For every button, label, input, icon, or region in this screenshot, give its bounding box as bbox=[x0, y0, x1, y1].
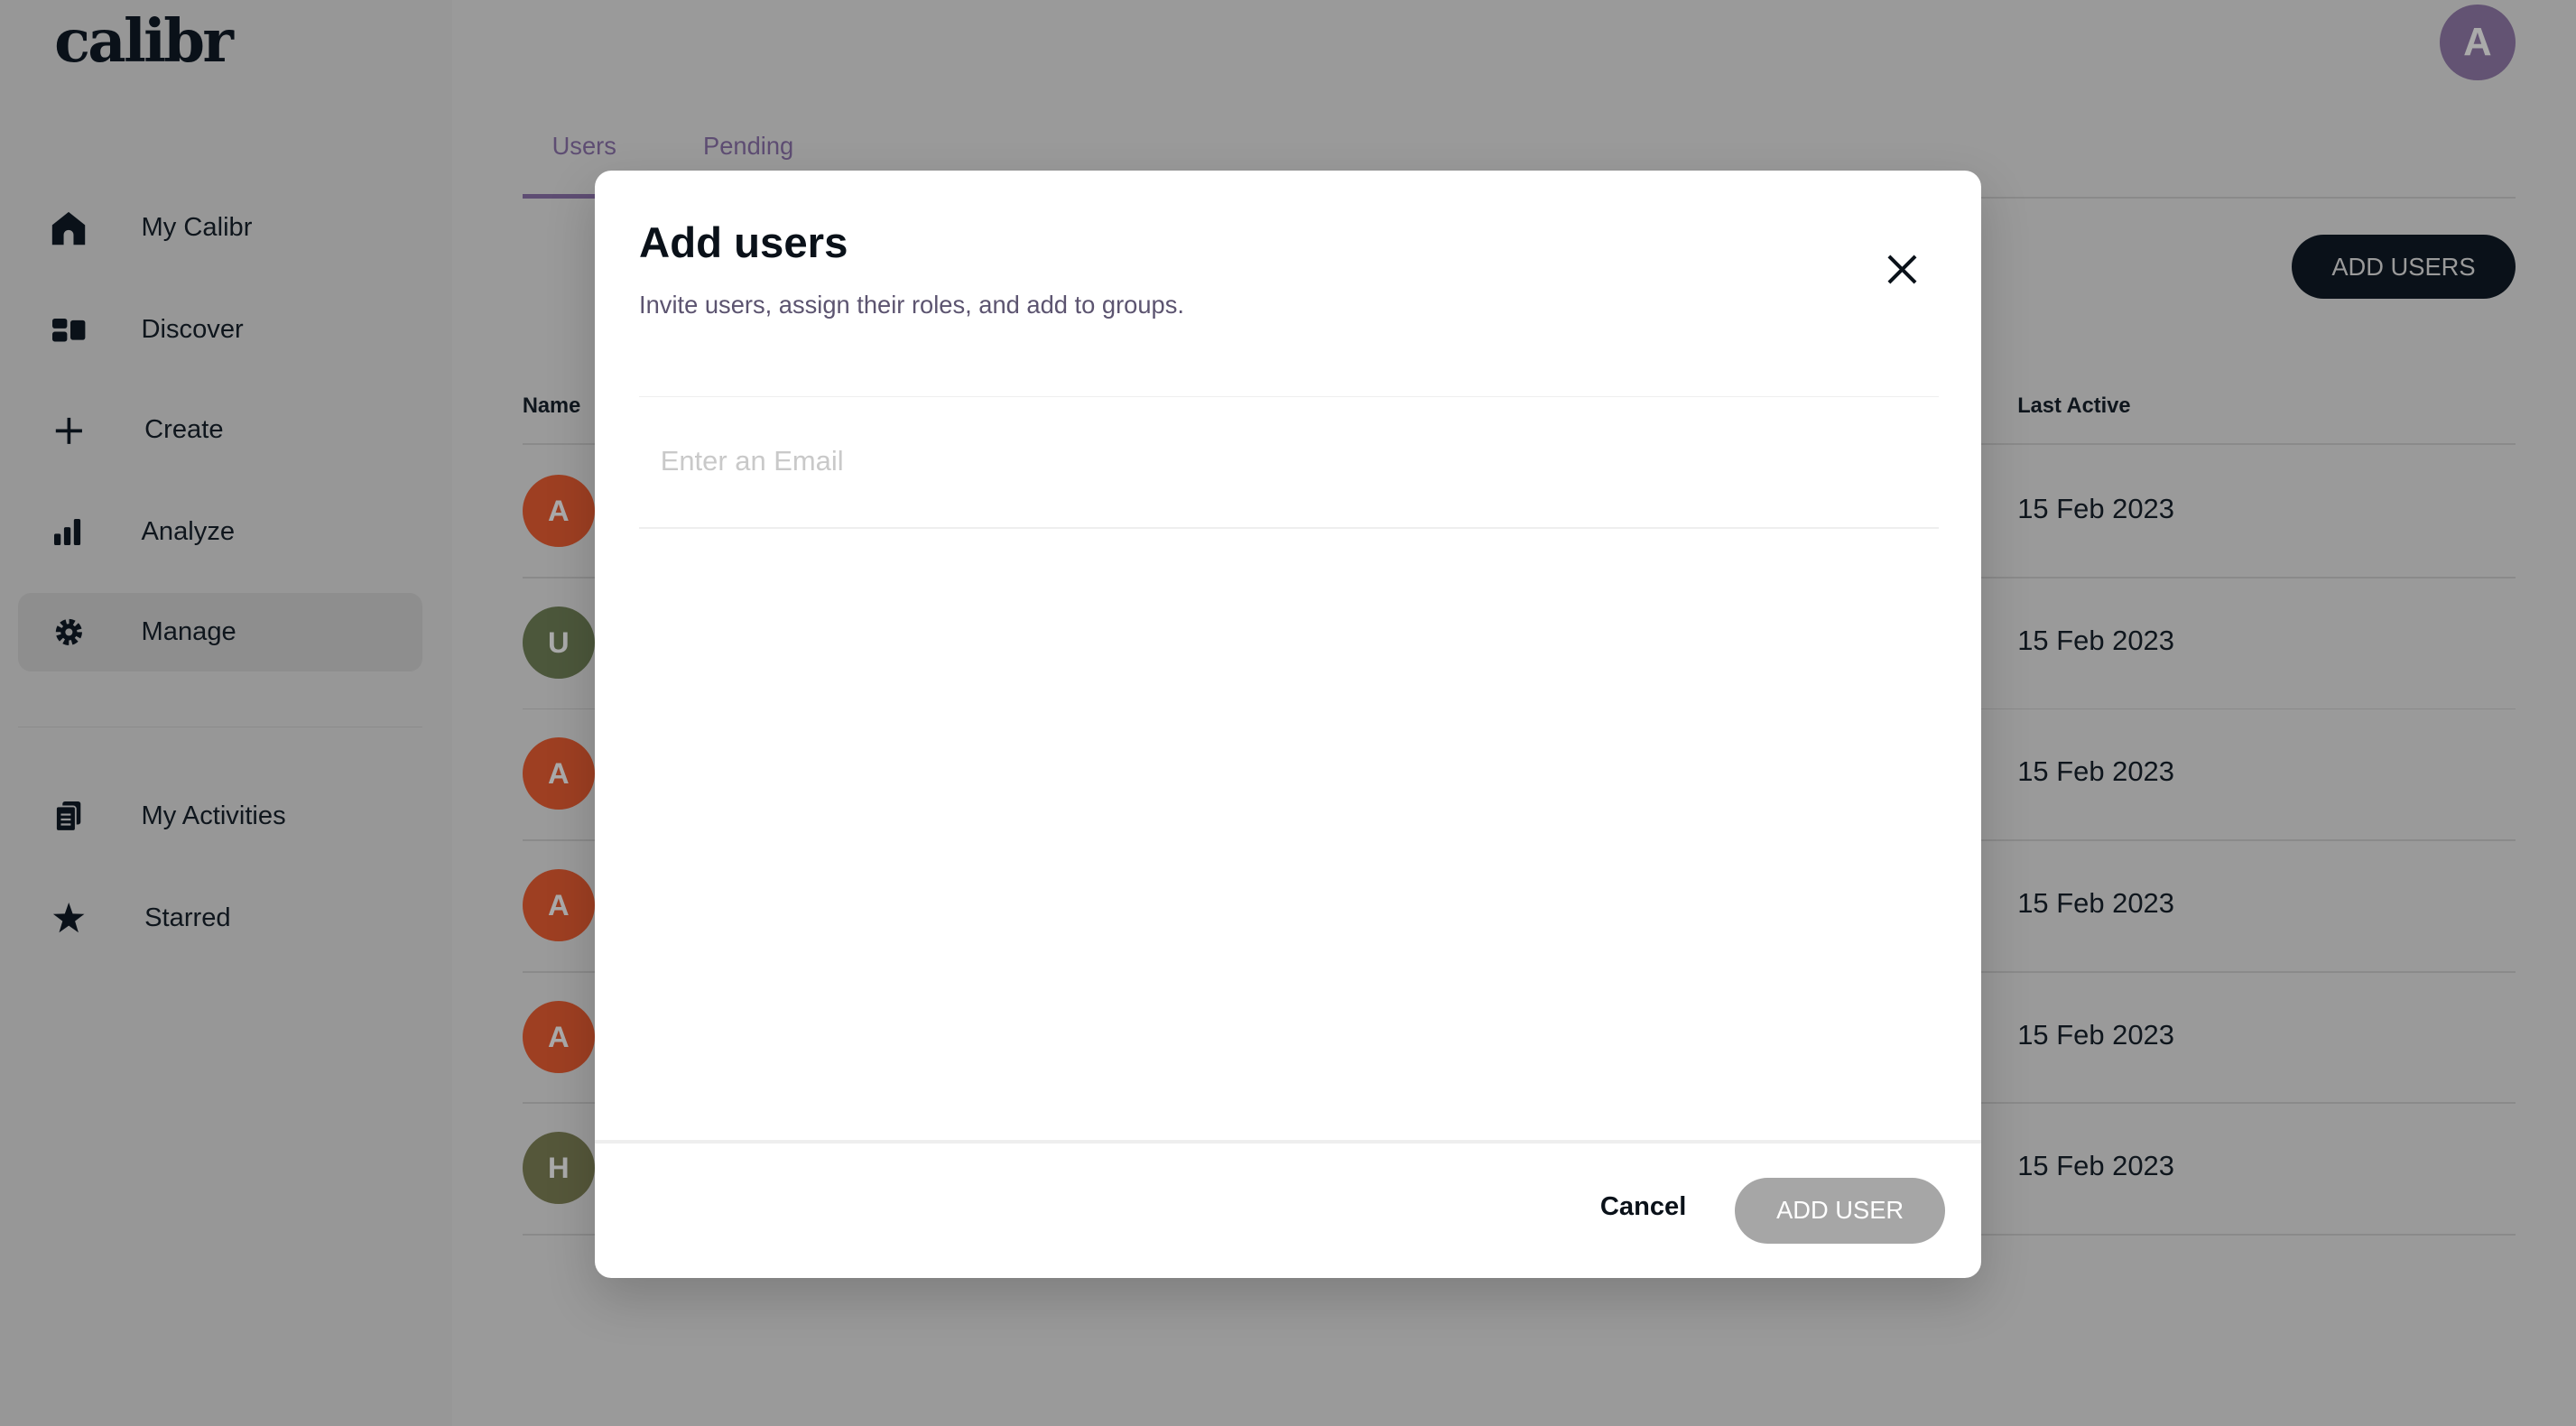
clipboard-icon bbox=[51, 799, 87, 835]
sidebar-item-label: My Activities bbox=[141, 801, 286, 831]
sidebar-item-label: Starred bbox=[144, 903, 231, 932]
cancel-button[interactable]: Cancel bbox=[1600, 1192, 1686, 1222]
sidebar-item-my-calibr[interactable]: My Calibr bbox=[18, 189, 422, 267]
avatar: A bbox=[522, 1000, 595, 1073]
column-header-last-active[interactable]: Last Active bbox=[2017, 394, 2130, 419]
sidebar-item-analyze[interactable]: Analyze bbox=[18, 493, 422, 571]
avatar: A bbox=[522, 868, 595, 941]
sidebar-divider bbox=[18, 726, 422, 728]
modal-footer-divider bbox=[594, 1140, 1982, 1144]
add-user-button[interactable]: ADD USER bbox=[1735, 1178, 1946, 1244]
sidebar-item-label: Manage bbox=[141, 617, 236, 647]
sidebar-item-label: Create bbox=[144, 415, 224, 445]
last-active-date: 15 Feb 2023 bbox=[2017, 755, 2174, 788]
sidebar-item-create[interactable]: Create bbox=[18, 391, 422, 469]
sidebar-item-label: Discover bbox=[141, 315, 244, 345]
home-icon bbox=[51, 210, 87, 246]
active-tab-indicator bbox=[522, 193, 595, 199]
logo[interactable]: calibr bbox=[54, 6, 234, 76]
bar-chart-icon bbox=[51, 514, 87, 551]
sidebar-item-my-activities[interactable]: My Activities bbox=[18, 777, 422, 856]
star-icon bbox=[51, 900, 87, 936]
sidebar-item-discover[interactable]: Discover bbox=[18, 291, 422, 369]
close-icon[interactable] bbox=[1879, 246, 1925, 292]
avatar: A bbox=[522, 475, 595, 548]
email-input[interactable] bbox=[639, 397, 1939, 526]
last-active-date: 15 Feb 2023 bbox=[2017, 1150, 2174, 1182]
sidebar-item-label: My Calibr bbox=[141, 213, 253, 243]
add-users-button[interactable]: ADD USERS bbox=[2292, 235, 2516, 300]
avatar: H bbox=[522, 1132, 595, 1205]
discover-icon bbox=[51, 312, 87, 348]
tab-pending[interactable]: Pending bbox=[703, 132, 793, 161]
last-active-date: 15 Feb 2023 bbox=[2017, 493, 2174, 525]
app-root: calibr My Calibr Discover Create Analyze… bbox=[0, 0, 2576, 1426]
gear-icon bbox=[51, 615, 87, 651]
avatar: A bbox=[522, 737, 595, 810]
tab-users[interactable]: Users bbox=[552, 132, 616, 161]
last-active-date: 15 Feb 2023 bbox=[2017, 1018, 2174, 1051]
column-header-name[interactable]: Name bbox=[523, 394, 580, 419]
sidebar-item-starred[interactable]: Starred bbox=[18, 879, 422, 958]
sidebar: calibr My Calibr Discover Create Analyze… bbox=[0, 0, 452, 1426]
modal-subtitle: Invite users, assign their roles, and ad… bbox=[639, 291, 1184, 319]
plus-icon bbox=[51, 412, 87, 449]
modal-title: Add users bbox=[639, 219, 848, 268]
avatar: U bbox=[522, 606, 595, 679]
sidebar-item-manage[interactable]: Manage bbox=[18, 593, 422, 672]
input-bottom-border bbox=[639, 527, 1939, 530]
sidebar-item-label: Analyze bbox=[141, 517, 236, 547]
user-avatar[interactable]: A bbox=[2439, 5, 2516, 81]
add-users-modal: Add users Invite users, assign their rol… bbox=[594, 171, 1982, 1279]
last-active-date: 15 Feb 2023 bbox=[2017, 886, 2174, 919]
last-active-date: 15 Feb 2023 bbox=[2017, 624, 2174, 656]
